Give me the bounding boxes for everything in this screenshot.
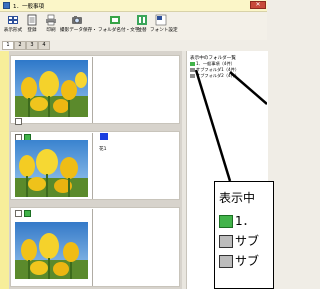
zoom-row-label: 1． xyxy=(235,214,255,228)
subfolder-icon xyxy=(219,255,233,268)
subfolder-icon xyxy=(219,235,233,248)
zoom-row: 1． xyxy=(219,212,255,229)
zoom-row: サブ xyxy=(219,252,259,269)
new-folder-icon xyxy=(219,215,233,228)
zoom-row: サブ xyxy=(219,232,259,249)
zoom-row-label: サブ xyxy=(235,254,260,268)
zoom-row-label: サブ xyxy=(235,234,260,248)
zoom-callout: 表示中 1． サブ サブ xyxy=(214,181,274,289)
zoom-title: 表示中 xyxy=(219,191,256,205)
